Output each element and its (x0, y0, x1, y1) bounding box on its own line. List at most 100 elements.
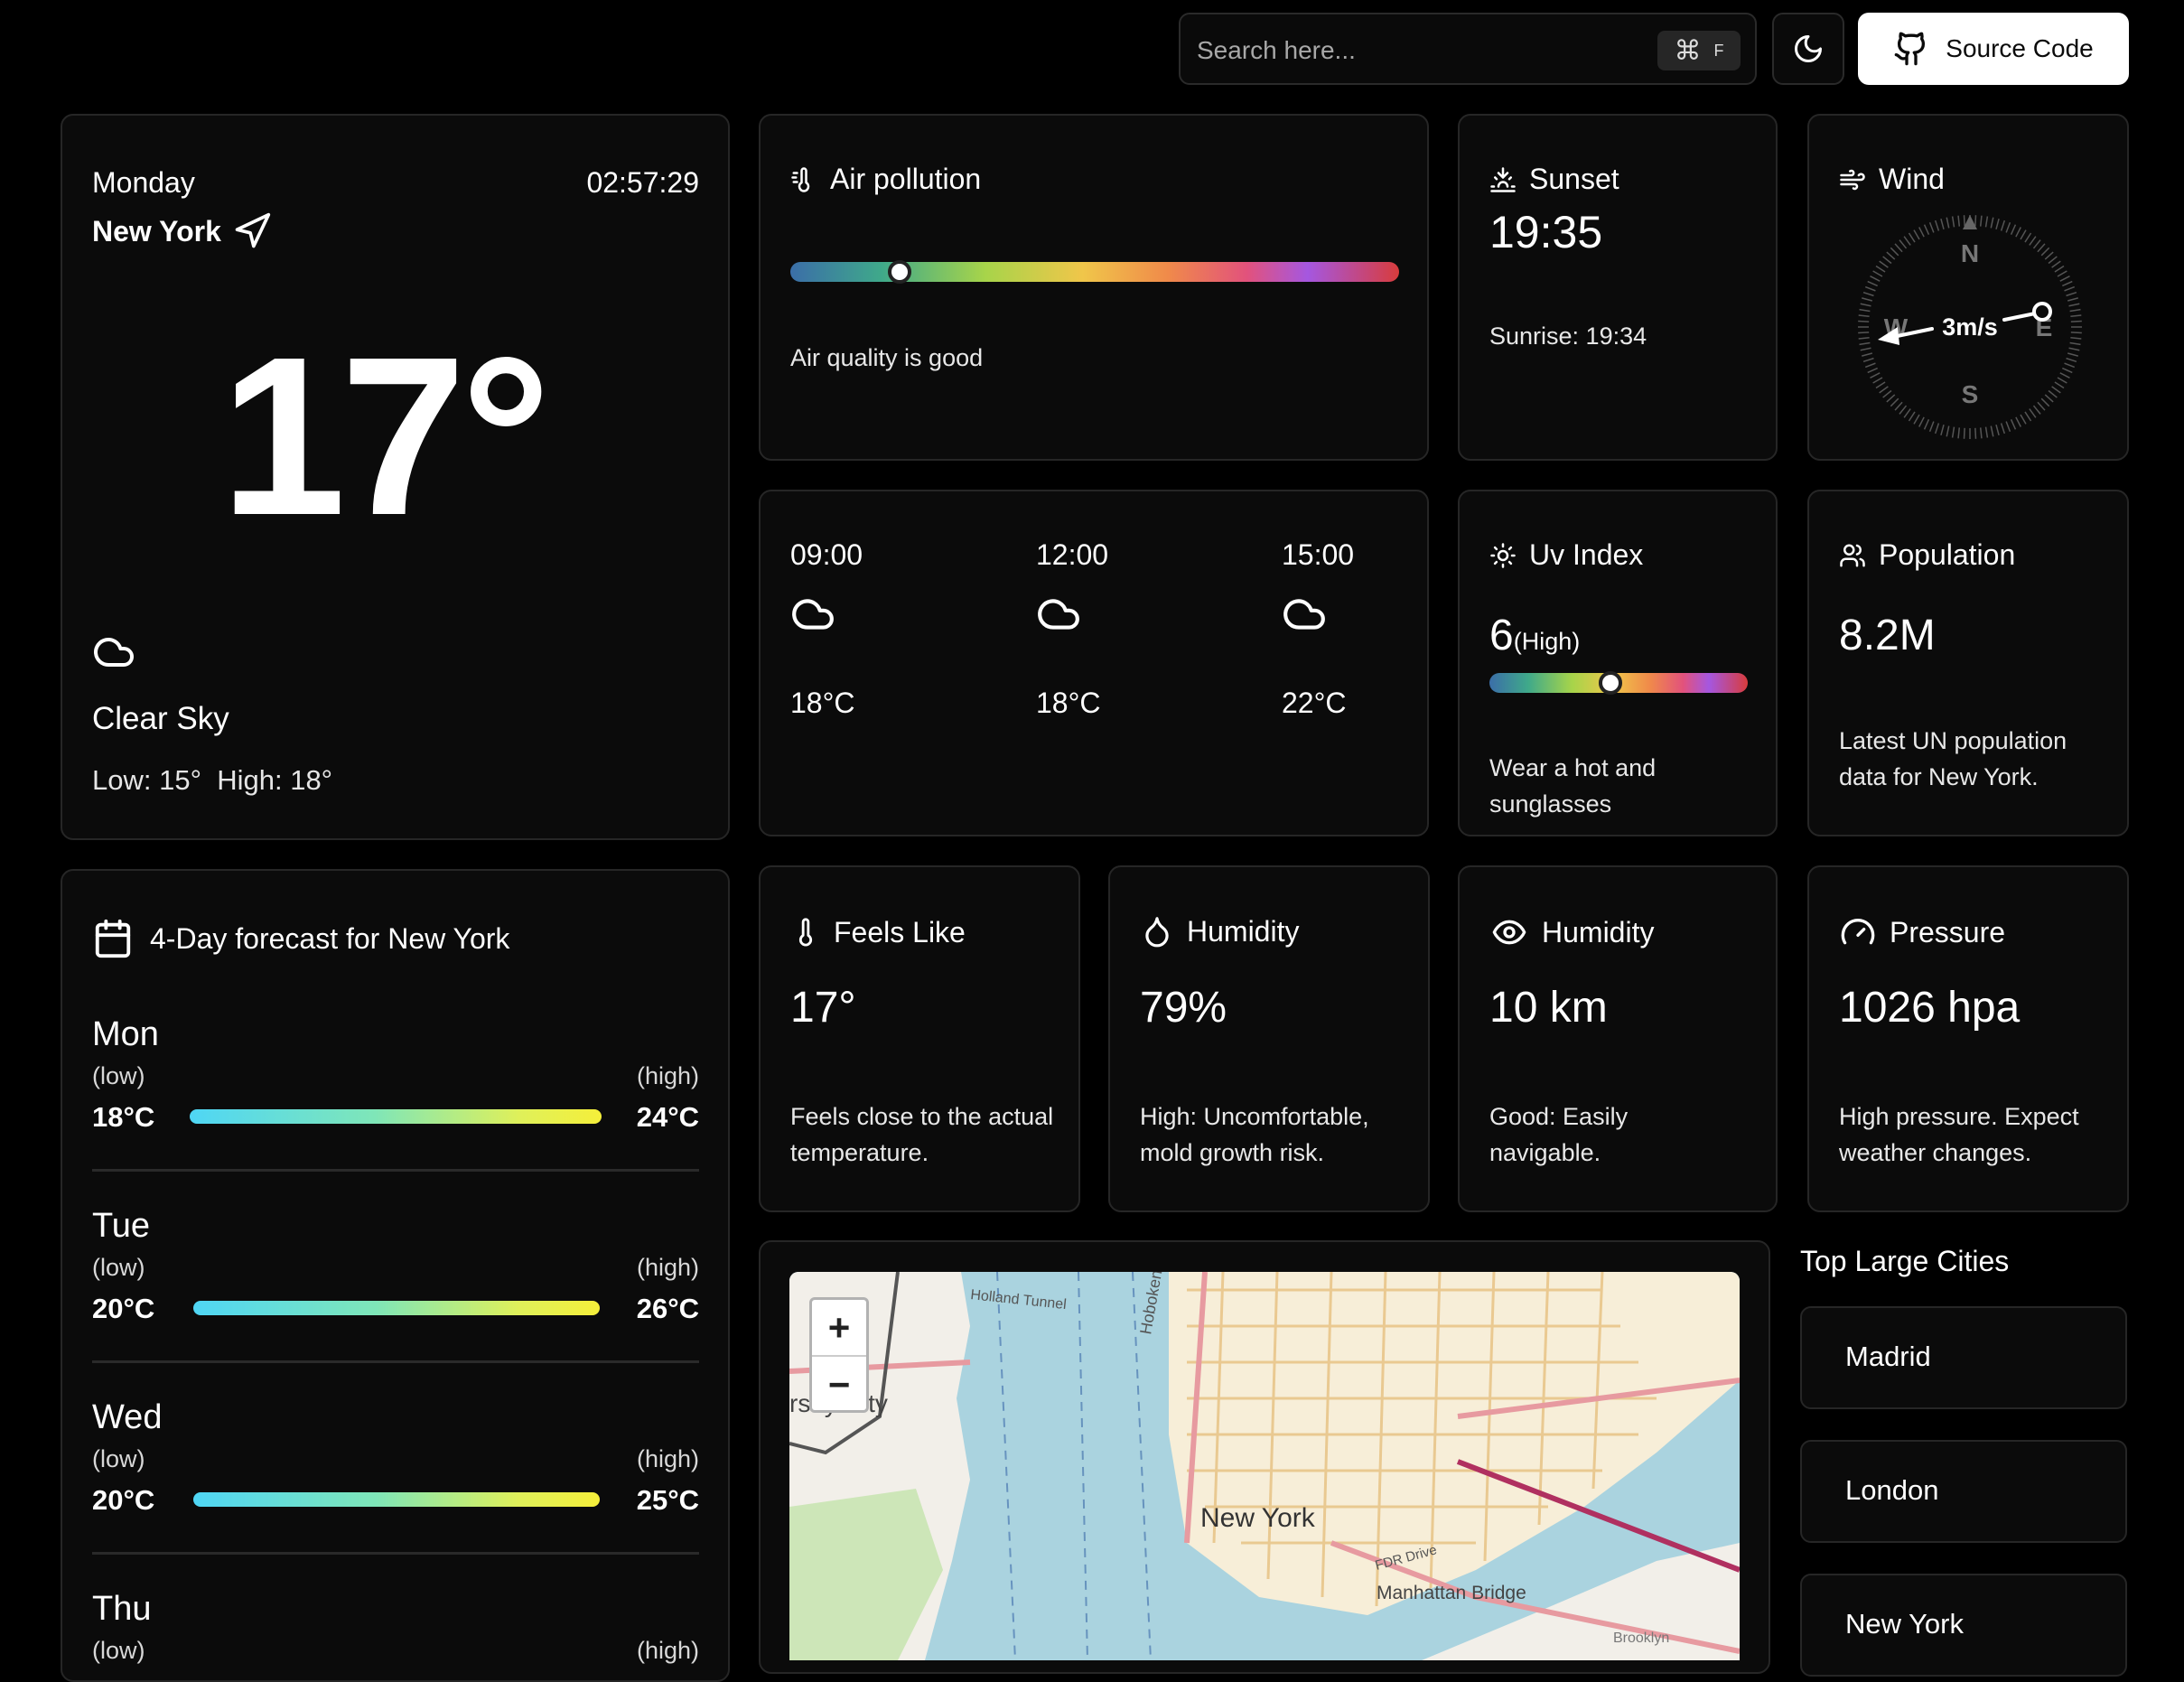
forecast-day: Wed (92, 1398, 163, 1436)
low-label: (low) (92, 1637, 145, 1664)
low-temp: Low: 15° (92, 764, 201, 796)
wind-title: Wind (1839, 163, 1945, 196)
users-icon (1840, 544, 1865, 566)
sunset-card: Sunset 19:35 Sunrise: 19:34 (1458, 114, 1778, 461)
wind-icon (1840, 169, 1865, 190)
high-temp: High: 18° (217, 764, 333, 796)
map-tiles: New York rsey City Holland Tunnel Hoboke… (789, 1272, 1740, 1660)
droplet-icon (1145, 917, 1169, 948)
hour-time: 12:00 (1036, 538, 1109, 571)
low-temp: 18°C (92, 1101, 155, 1133)
high-label: (high) (636, 1445, 699, 1472)
low-temp: 20°C (92, 1293, 155, 1324)
low-label: (low) (92, 1254, 145, 1281)
visibility-card: Humidity 10 km Good: Easily navigable. (1458, 865, 1778, 1212)
feels-like-card: Feels Like 17° Feels close to the actual… (759, 865, 1080, 1212)
temp-range-bar (190, 1109, 602, 1124)
pressure-value: 1026 hpa (1839, 984, 2021, 1032)
eye-icon (1492, 920, 1526, 945)
humidity-card: Humidity 79% High: Uncomfortable, mold g… (1108, 865, 1430, 1212)
population-value: 8.2M (1839, 612, 1936, 659)
visibility-text: Good: Easily navigable. (1489, 1103, 1629, 1166)
top-cities-title: Top Large Cities (1800, 1245, 2010, 1277)
uv-value: 6(High) (1489, 612, 1581, 659)
air-quality-bar (790, 262, 1399, 282)
high-label: (high) (636, 1254, 699, 1281)
hour-slot: 12:00 18°C (1036, 538, 1108, 720)
current-location: New York (92, 211, 272, 251)
current-day: Monday (92, 166, 195, 199)
temp-range-bar (193, 1301, 600, 1315)
divider (92, 1552, 699, 1555)
sunset-time: 19:35 (1489, 207, 1603, 257)
compass-n: N (1961, 239, 1979, 267)
population-card: Population 8.2M Latest UN population dat… (1807, 490, 2129, 836)
zoom-out-button[interactable]: − (812, 1357, 866, 1412)
github-icon (1894, 32, 1926, 66)
high-label: (high) (636, 1062, 699, 1089)
sun-icon (1490, 542, 1516, 568)
forecast-card: 4-Day forecast for New York Mon (low) (h… (61, 869, 730, 1682)
humidity-text: High: Uncomfortable, mold growth risk. (1140, 1103, 1369, 1166)
source-code-label: Source Code (1946, 34, 2094, 62)
map-zoom-controls: + − (809, 1297, 869, 1413)
hour-slot: 09:00 18°C (790, 538, 863, 720)
search-bar[interactable]: ⌘ F (1179, 13, 1757, 85)
city-item[interactable]: London (1800, 1440, 2127, 1543)
shortcut-hint: ⌘ F (1657, 31, 1741, 70)
map-label-brooklyn: Brooklyn (1613, 1631, 1669, 1646)
map-label-manhattan-bridge: Manhattan Bridge (1377, 1583, 1526, 1603)
thermometer-wind-icon (791, 166, 810, 192)
city-item[interactable]: New York (1800, 1574, 2127, 1677)
cloud-icon (1283, 599, 1325, 630)
wind-compass: N S W E 3m/s (1858, 215, 2082, 439)
compass-s: S (1962, 380, 1979, 408)
divider (92, 1169, 699, 1172)
sunset-icon (1490, 166, 1516, 192)
city-name: New York (92, 214, 221, 248)
wind-speed: 3m/s (1942, 313, 1998, 341)
cloud-icon (792, 599, 834, 630)
hour-temp: 18°C (790, 687, 855, 719)
pressure-text: High pressure. Expect weather changes. (1839, 1103, 2079, 1166)
weather-condition: Clear Sky (92, 701, 229, 736)
humidity-title: Humidity (1140, 914, 1299, 948)
wind-card: Wind N S W E 3m/s (1807, 114, 2129, 461)
sunset-title: Sunset (1489, 163, 1619, 196)
source-code-button[interactable]: Source Code (1858, 13, 2129, 85)
pressure-card: Pressure 1026 hpa High pressure. Expect … (1807, 865, 2129, 1212)
hour-time: 09:00 (790, 538, 863, 571)
low-high: Low: 15° High: 18° (92, 764, 332, 797)
forecast-title: 4-Day forecast for New York (92, 918, 509, 959)
divider (92, 1360, 699, 1363)
gauge-icon (1841, 919, 1875, 945)
theme-toggle-button[interactable] (1772, 13, 1844, 85)
low-temp: 20°C (92, 1484, 155, 1516)
visibility-title: Humidity (1489, 914, 1654, 950)
air-quality-text: Air quality is good (790, 344, 984, 371)
feels-like-title: Feels Like (790, 914, 966, 950)
hour-temp: 22°C (1282, 687, 1347, 719)
thermometer-icon (798, 918, 813, 947)
search-input[interactable] (1195, 27, 1650, 74)
humidity-value: 79% (1140, 984, 1227, 1032)
air-pollution-card: Air pollution Air quality is good (759, 114, 1429, 461)
forecast-day: Tue (92, 1207, 151, 1245)
map-view[interactable]: New York rsey City Holland Tunnel Hoboke… (789, 1272, 1740, 1660)
current-time: 02:57:29 (586, 166, 699, 199)
hourly-forecast-card: 09:00 18°C 12:00 18°C 15:00 22°C (759, 490, 1429, 836)
low-label: (low) (92, 1062, 145, 1089)
high-temp: 24°C (636, 1101, 699, 1133)
moon-icon (1795, 35, 1822, 62)
population-title: Population (1839, 538, 2015, 572)
city-item[interactable]: Madrid (1800, 1306, 2127, 1409)
visibility-value: 10 km (1489, 984, 1608, 1032)
high-temp: 26°C (636, 1293, 699, 1324)
hour-slot: 15:00 22°C (1282, 538, 1354, 720)
current-temperature: 17° (220, 310, 551, 562)
uv-index-card: Uv Index 6(High) Wear a hot and sunglass… (1458, 490, 1778, 836)
zoom-in-button[interactable]: + (812, 1300, 866, 1357)
cloud-icon (94, 638, 134, 667)
cloud-icon (1038, 599, 1079, 630)
uv-advice: Wear a hot and sunglasses (1489, 754, 1657, 818)
